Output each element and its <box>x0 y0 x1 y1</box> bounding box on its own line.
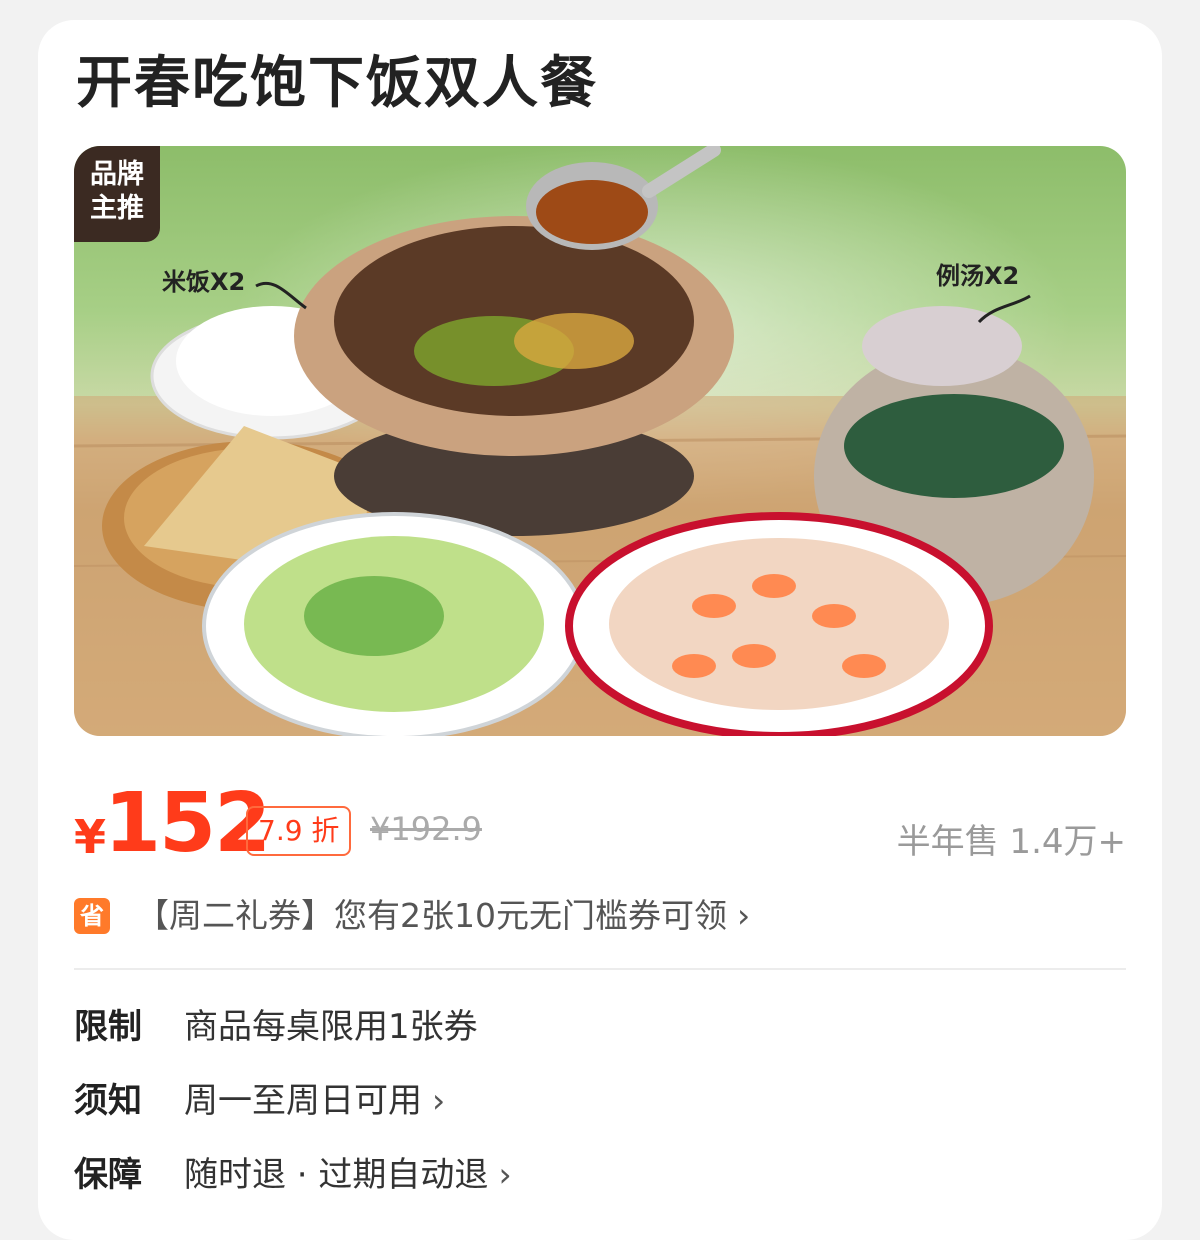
notice-text: 周一至周日可用 <box>184 1081 422 1121</box>
badge-line-1: 品牌 <box>90 159 144 190</box>
guarantee-text: 随时退 · 过期自动退 <box>184 1155 489 1195</box>
chevron-right-icon: › <box>432 1081 446 1120</box>
callout-rice: 米饭X2 <box>162 268 246 296</box>
info-row-limit: 限制 商品每桌限用1张券 <box>74 1004 1126 1050</box>
badge-line-2: 主推 <box>90 193 144 224</box>
product-image[interactable]: 品牌 主推 米饭X2 例汤X2 <box>74 146 1126 736</box>
info-row-notice[interactable]: 须知 周一至周日可用 › <box>74 1078 1126 1124</box>
info-value-guarantee: 随时退 · 过期自动退 › <box>184 1152 512 1198</box>
info-label-guarantee: 保障 <box>74 1155 142 1195</box>
discount-badge: 7.9 折 <box>246 806 352 856</box>
info-value-limit: 商品每桌限用1张券 <box>184 1007 478 1047</box>
product-title: 开春吃饱下饭双人餐 <box>76 51 598 116</box>
info-label-limit: 限制 <box>74 1007 142 1047</box>
chevron-right-icon: › <box>498 1155 512 1194</box>
coupon-text: 【周二礼券】您有2张10元无门槛券可领 › <box>136 894 750 938</box>
save-icon: 省 <box>74 898 110 934</box>
info-label-notice: 须知 <box>74 1081 142 1121</box>
meal-illustration <box>74 146 1126 736</box>
price-row: ¥ 152 7.9 折 ¥192.9 半年售 1.4万+ <box>74 776 1126 871</box>
divider <box>74 968 1126 970</box>
chevron-right-icon: › <box>737 896 751 935</box>
callout-soup: 例汤X2 <box>936 262 1020 290</box>
info-value-notice: 周一至周日可用 › <box>184 1078 445 1124</box>
original-price: ¥192.9 <box>370 810 482 848</box>
brand-recommend-badge: 品牌 主推 <box>74 146 160 242</box>
coupon-label: 【周二礼券】您有2张10元无门槛券可领 <box>136 896 727 935</box>
currency-symbol: ¥ <box>74 810 107 864</box>
info-row-guarantee[interactable]: 保障 随时退 · 过期自动退 › <box>74 1152 1126 1198</box>
coupon-row[interactable]: 省 【周二礼券】您有2张10元无门槛券可领 › <box>74 894 1126 938</box>
current-price: 152 <box>104 776 271 871</box>
sales-count: 半年售 1.4万+ <box>896 822 1126 862</box>
